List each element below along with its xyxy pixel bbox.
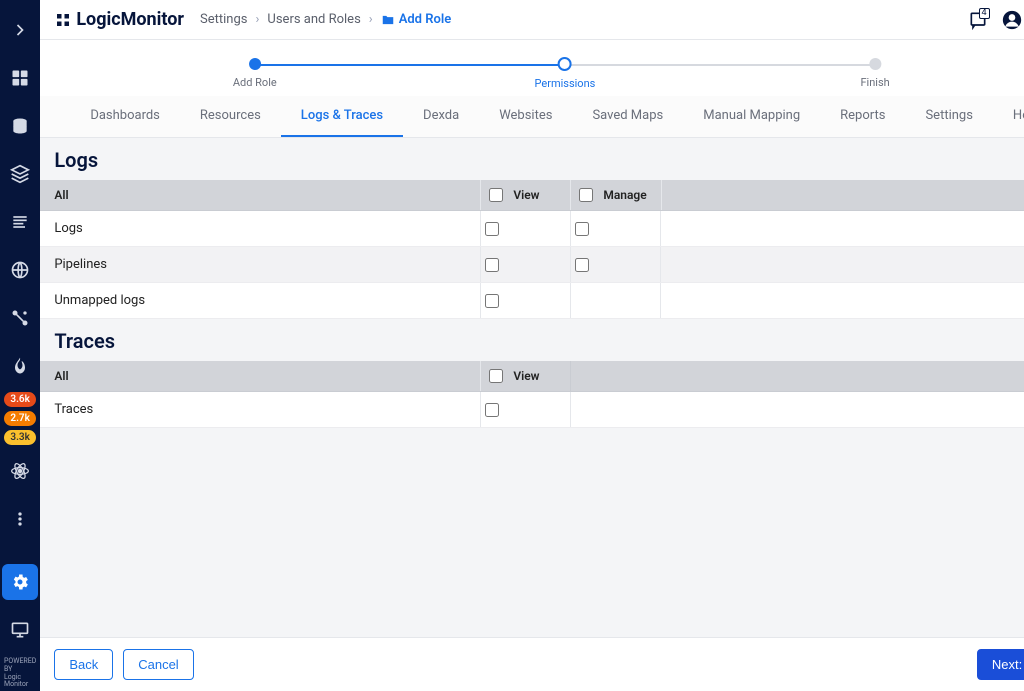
left-sidebar: 3.6k 2.7k 3.3k POWERED BY Logic Monitor [0,0,40,691]
traces-header-all: All [40,361,480,391]
logs-logs-manage-checkbox[interactable] [575,222,589,236]
tab-dashboards[interactable]: Dashboards [70,96,180,137]
sidebar-expand-icon[interactable] [2,12,38,48]
table-row: Unmapped logs [40,283,1024,319]
logo[interactable]: LogicMonitor [54,9,184,30]
topbar: LogicMonitor Settings › Users and Roles … [40,0,1024,40]
sidebar-globe-icon[interactable] [2,252,38,288]
tab-dexda[interactable]: Dexda [403,96,479,137]
notification-count: 4 [979,8,990,20]
tab-settings[interactable]: Settings [905,96,992,137]
logs-all-manage-checkbox[interactable] [579,188,593,202]
sidebar-resources-icon[interactable] [2,108,38,144]
tab-resources[interactable]: Resources [180,96,281,137]
chevron-right-icon: › [256,12,260,27]
logs-unmapped-view-checkbox[interactable] [485,294,499,308]
sidebar-atom-icon[interactable] [2,453,38,489]
sidebar-badge-3[interactable]: 3.3k [4,430,36,445]
user-menu[interactable] [1002,10,1024,30]
tab-manual-mapping[interactable]: Manual Mapping [683,96,820,137]
sidebar-mapping-icon[interactable] [2,300,38,336]
sidebar-more-icon[interactable] [2,501,38,537]
permission-tabs: Dashboards Resources Logs & Traces Dexda… [40,96,1024,138]
wizard-step-3-label: Finish [860,76,889,89]
sidebar-badge-2[interactable]: 2.7k [4,411,36,426]
logs-header-row: All View Manage [40,180,1024,211]
logs-header-all: All [40,180,480,210]
sidebar-fire-icon[interactable] [2,348,38,384]
tab-websites[interactable]: Websites [479,96,572,137]
next-finish-button[interactable]: Next: Finish [977,649,1024,680]
breadcrumb-users-roles[interactable]: Users and Roles [267,12,360,27]
logs-header-view: View [513,188,539,202]
row-label: Traces [40,392,480,427]
table-row: Logs [40,211,1024,247]
sidebar-logs-icon[interactable] [2,204,38,240]
table-row: Pipelines [40,247,1024,283]
logs-pipelines-manage-checkbox[interactable] [575,258,589,272]
traces-all-view-checkbox[interactable] [489,369,503,383]
tab-logs-traces[interactable]: Logs & Traces [281,96,403,138]
traces-traces-view-checkbox[interactable] [485,403,499,417]
table-row: Traces [40,392,1024,428]
wizard-step-1-label: Add Role [233,76,277,89]
section-logs-title: Logs [40,138,1024,180]
sidebar-settings-icon[interactable] [2,564,38,600]
wizard-step-1-dot[interactable] [249,58,261,70]
logo-text: LogicMonitor [76,9,184,30]
logs-pipelines-view-checkbox[interactable] [485,258,499,272]
row-label: Logs [40,211,480,246]
logs-header-manage: Manage [603,188,646,202]
wizard-step-2-dot[interactable] [558,57,572,71]
logs-logs-view-checkbox[interactable] [485,222,499,236]
sidebar-badge-1[interactable]: 3.6k [4,392,36,407]
breadcrumb: Settings › Users and Roles › Add Role [200,12,451,27]
sidebar-monitor-icon[interactable] [2,612,38,648]
breadcrumb-current: Add Role [381,12,452,27]
wizard-step-3-dot[interactable] [869,58,881,70]
tab-help[interactable]: Help [993,96,1024,137]
notifications-icon[interactable]: 4 [968,10,988,30]
breadcrumb-settings[interactable]: Settings [200,12,247,27]
sidebar-layers-icon[interactable] [2,156,38,192]
row-label: Pipelines [40,247,480,282]
logs-all-view-checkbox[interactable] [489,188,503,202]
sidebar-dashboard-icon[interactable] [2,60,38,96]
back-button[interactable]: Back [54,649,113,680]
traces-header-row: All View [40,361,1024,392]
section-traces-title: Traces [40,319,1024,361]
wizard-step-2-label: Permissions [535,77,596,90]
footer: Back Cancel Next: Finish [40,637,1024,691]
cancel-button[interactable]: Cancel [123,649,193,680]
chevron-right-icon: › [369,12,373,27]
wizard-steps: Add Role Permissions Finish [40,40,1024,96]
tab-saved-maps[interactable]: Saved Maps [572,96,683,137]
traces-header-view: View [513,369,539,383]
row-label: Unmapped logs [40,283,480,318]
tab-reports[interactable]: Reports [820,96,905,137]
folder-icon [381,13,395,27]
sidebar-powered-by: POWERED BY Logic Monitor [0,654,40,691]
breadcrumb-current-label: Add Role [399,12,452,27]
